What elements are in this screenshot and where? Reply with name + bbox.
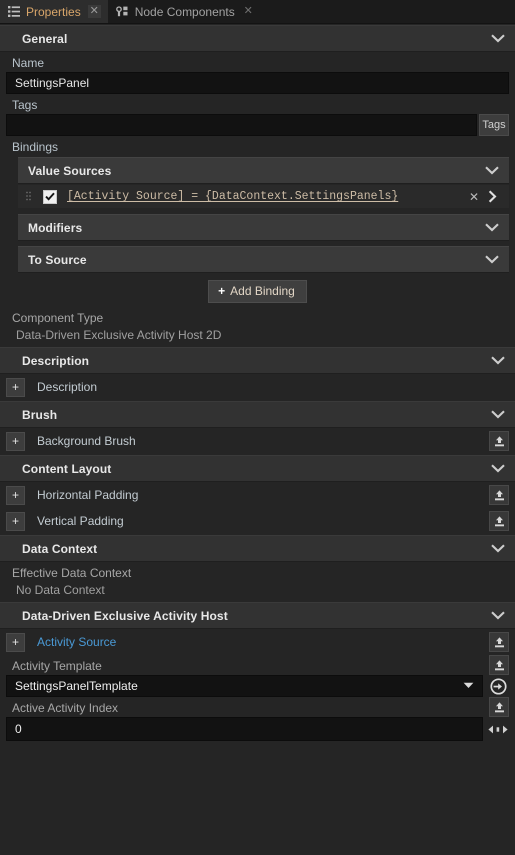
property-row-horizontal-padding[interactable]: + Horizontal Padding	[0, 482, 515, 508]
chevron-down-icon[interactable]	[491, 352, 505, 370]
tab-node-components-label: Node Components	[134, 4, 235, 19]
section-activity-host[interactable]: Data-Driven Exclusive Activity Host	[0, 602, 515, 629]
plus-icon: +	[218, 284, 226, 298]
property-name: Horizontal Padding	[37, 488, 139, 502]
tags-label: Tags	[12, 98, 38, 112]
tags-input[interactable]	[6, 114, 477, 136]
chevron-down-icon[interactable]	[491, 406, 505, 424]
expand-toggle[interactable]: +	[6, 377, 25, 397]
table-row[interactable]: [Activity Source] = {DataContext.Setting…	[18, 185, 509, 208]
component-type-value: Data-Driven Exclusive Activity Host 2D	[16, 328, 222, 342]
chevron-down-icon[interactable]	[491, 607, 505, 625]
activity-template-value: SettingsPanelTemplate	[15, 679, 138, 693]
chevron-down-icon[interactable]	[491, 460, 505, 478]
expand-toggle[interactable]: +	[6, 511, 25, 531]
component-type-label: Component Type	[12, 311, 104, 325]
section-data-context-title: Data Context	[22, 541, 98, 556]
section-value-sources[interactable]: Value Sources	[18, 157, 509, 184]
promote-upload-icon[interactable]	[489, 511, 509, 531]
property-row-description[interactable]: + Description	[0, 374, 515, 400]
close-icon[interactable]: ✕	[242, 5, 255, 18]
section-data-context[interactable]: Data Context	[0, 535, 515, 562]
modifiers-block: Modifiers	[0, 214, 515, 241]
promote-upload-icon[interactable]	[489, 431, 509, 451]
horizontal-drag-arrows-icon[interactable]	[487, 719, 509, 739]
bindings-label: Bindings	[12, 140, 59, 154]
section-description[interactable]: Description	[0, 347, 515, 374]
chevron-down-icon[interactable]	[485, 219, 499, 237]
tab-strip: Properties ✕ Node Components ✕	[0, 0, 515, 24]
property-name: Vertical Padding	[37, 514, 124, 528]
expand-toggle[interactable]: +	[6, 485, 25, 505]
close-icon[interactable]: ✕	[87, 5, 101, 18]
property-row-activity-source[interactable]: + Activity Source	[0, 629, 515, 655]
tab-properties[interactable]: Properties ✕	[0, 0, 108, 23]
add-binding-row: + Add Binding	[0, 273, 515, 311]
add-binding-label: Add Binding	[230, 284, 295, 298]
property-name: Background Brush	[37, 434, 136, 448]
section-brush[interactable]: Brush	[0, 401, 515, 428]
section-activity-host-title: Data-Driven Exclusive Activity Host	[22, 608, 228, 623]
effective-data-context-label: Effective Data Context	[12, 566, 132, 580]
binding-enabled-checkbox[interactable]	[43, 189, 57, 204]
activity-template-select[interactable]: SettingsPanelTemplate	[6, 675, 483, 697]
chevron-right-icon[interactable]	[483, 188, 501, 206]
section-value-sources-title: Value Sources	[28, 163, 112, 178]
activity-template-label: Activity Template	[12, 659, 102, 673]
close-icon[interactable]: ✕	[465, 188, 483, 206]
chevron-down-icon[interactable]	[491, 540, 505, 558]
property-row-background-brush[interactable]: + Background Brush	[0, 428, 515, 454]
chevron-down-icon[interactable]	[485, 251, 499, 269]
promote-upload-icon[interactable]	[489, 697, 509, 717]
name-label: Name	[12, 56, 45, 70]
tab-properties-label: Properties	[26, 4, 81, 19]
section-modifiers[interactable]: Modifiers	[18, 214, 509, 241]
goto-arrow-circle-icon[interactable]	[487, 676, 509, 696]
drag-grip-icon[interactable]	[22, 190, 34, 204]
section-content-layout[interactable]: Content Layout	[0, 455, 515, 482]
effective-data-context-value: No Data Context	[16, 583, 105, 597]
chevron-down-icon[interactable]	[491, 30, 505, 48]
bindings-block: Value Sources	[0, 157, 515, 184]
section-modifiers-title: Modifiers	[28, 220, 83, 235]
activity-template-row: SettingsPanelTemplate	[0, 675, 515, 697]
chevron-down-icon[interactable]	[463, 681, 482, 691]
chevron-down-icon[interactable]	[485, 162, 499, 180]
expand-toggle[interactable]: +	[6, 632, 25, 652]
tags-row: Tags	[0, 114, 515, 136]
property-row-vertical-padding[interactable]: + Vertical Padding	[0, 508, 515, 534]
property-name: Description	[37, 380, 98, 394]
binding-expression-link[interactable]: [Activity Source] = {DataContext.Setting…	[67, 190, 465, 203]
activity-source-link[interactable]: Activity Source	[25, 635, 489, 649]
expand-toggle[interactable]: +	[6, 431, 25, 451]
active-activity-index-row: 0	[0, 717, 515, 741]
section-general[interactable]: General	[0, 25, 515, 52]
add-binding-button[interactable]: + Add Binding	[208, 280, 307, 303]
tab-node-components[interactable]: Node Components ✕	[108, 0, 262, 23]
to-source-block: To Source	[0, 246, 515, 273]
promote-upload-icon[interactable]	[489, 485, 509, 505]
section-content-layout-title: Content Layout	[22, 461, 112, 476]
active-activity-index-value: 0	[15, 722, 22, 736]
list-icon	[8, 6, 20, 17]
node-graph-icon	[115, 6, 129, 17]
section-brush-title: Brush	[22, 407, 58, 422]
activity-template-label-row: Activity Template	[0, 655, 515, 675]
active-activity-index-label: Active Activity Index	[12, 701, 119, 715]
name-input[interactable]: SettingsPanel	[6, 72, 509, 94]
section-description-title: Description	[22, 353, 90, 368]
name-input-value: SettingsPanel	[15, 76, 90, 90]
section-to-source[interactable]: To Source	[18, 246, 509, 273]
active-activity-index-label-row: Active Activity Index	[0, 697, 515, 717]
active-activity-index-input[interactable]: 0	[6, 717, 483, 741]
section-general-title: General	[22, 31, 68, 46]
section-to-source-title: To Source	[28, 252, 87, 267]
promote-upload-icon[interactable]	[489, 655, 509, 675]
promote-upload-icon[interactable]	[489, 632, 509, 652]
tags-button[interactable]: Tags	[479, 114, 509, 136]
